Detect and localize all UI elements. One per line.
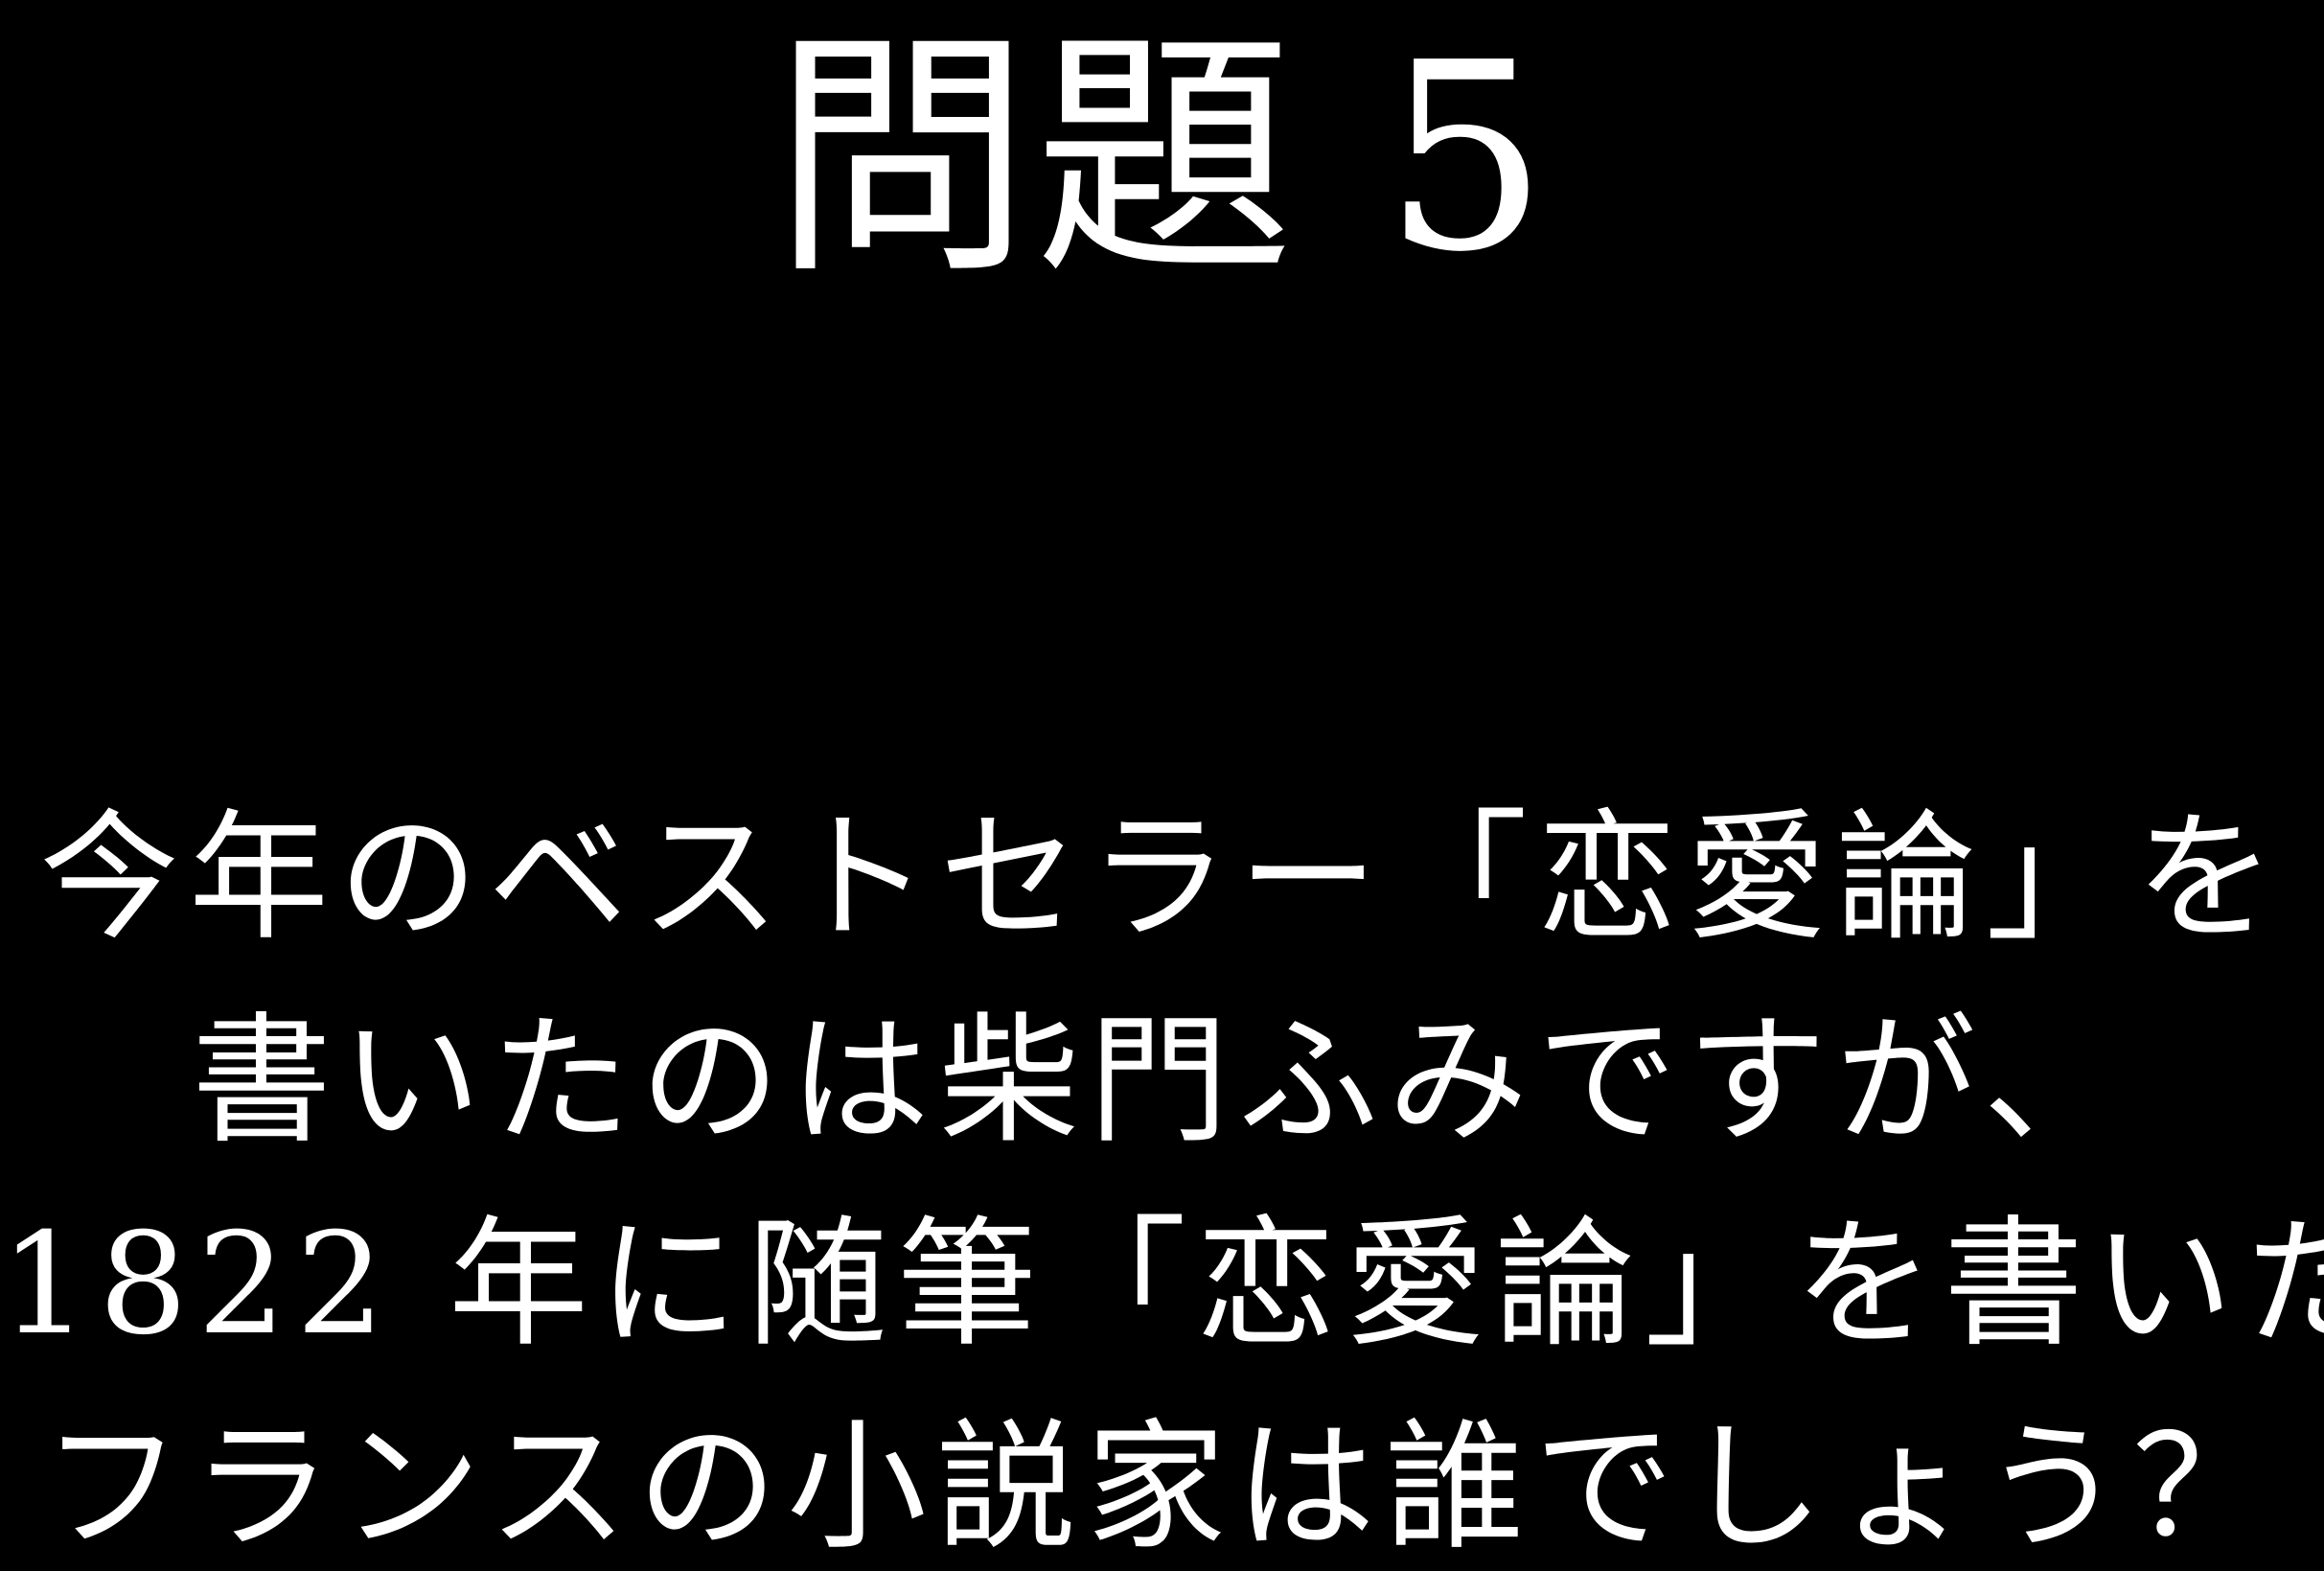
question-text: 今年のベストセラー「恋愛論」を 書いたのは柴門ふみですが、 1822 年に随筆「… xyxy=(0,776,2324,1571)
question-line-1: 今年のベストセラー「恋愛論」を xyxy=(39,797,2285,959)
question-number-title: 問題 5 xyxy=(771,7,1553,309)
quiz-slide: 問題 5 今年のベストセラー「恋愛論」を 書いたのは柴門ふみですが、 1822 … xyxy=(0,0,2324,1571)
question-line-2: 書いたのは柴門ふみですが、 xyxy=(191,1000,2133,1163)
question-line-4: フランスの小説家は誰でしょう？ xyxy=(41,1406,2283,1569)
question-line-3: 1822 年に随筆「恋愛論」を書いた xyxy=(0,1203,2324,1366)
